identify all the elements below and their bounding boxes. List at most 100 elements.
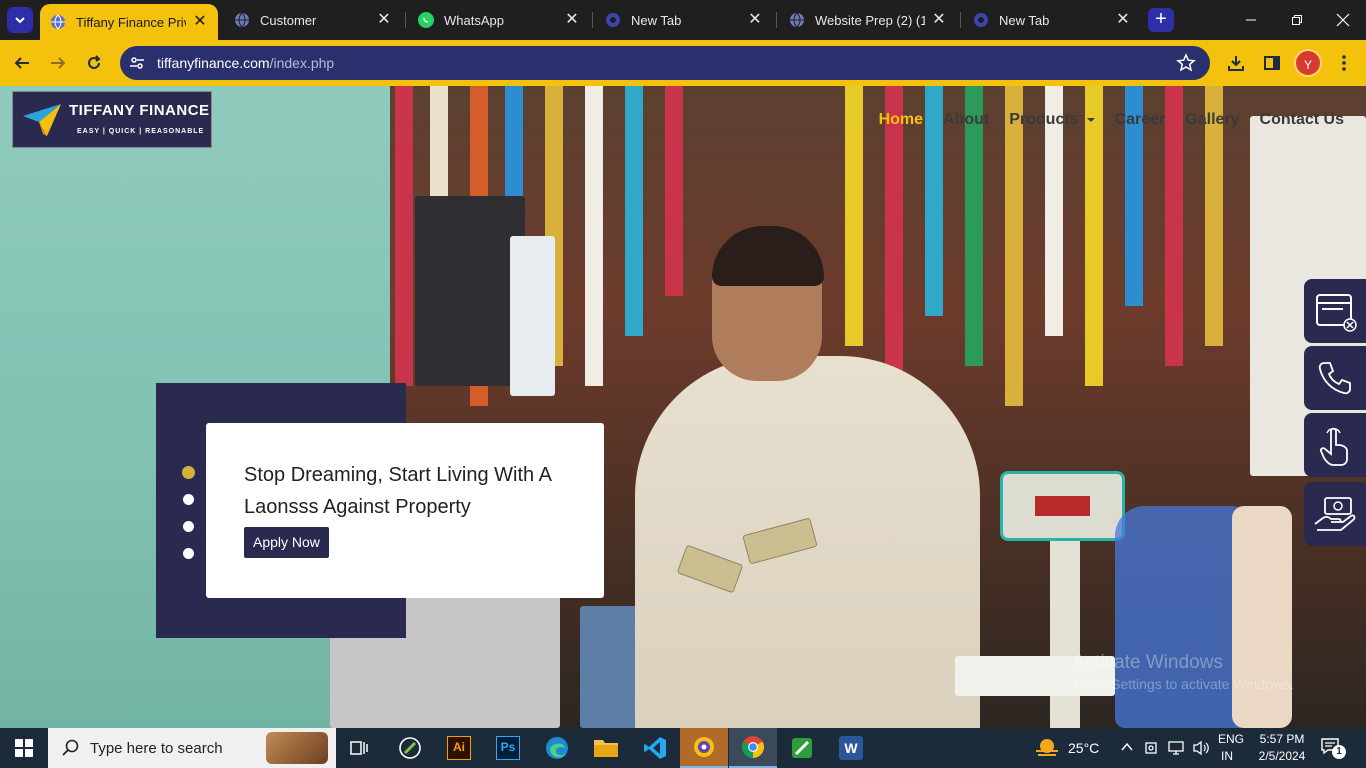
network-icon [1168, 741, 1184, 755]
clock-time: 5:57 PM [1259, 732, 1305, 746]
back-button[interactable] [10, 51, 34, 75]
taskbar-app-photoshop[interactable]: Ps [484, 728, 532, 768]
taskbar-app-vscode[interactable] [631, 728, 679, 768]
tab-new-tab-2[interactable]: New Tab ✕ [963, 6, 1141, 34]
sun-haze-icon [1036, 739, 1058, 756]
windows-logo-icon [15, 739, 33, 757]
tab-title: Customer [260, 12, 317, 28]
search-icon [62, 739, 79, 756]
reload-icon [88, 55, 101, 69]
tab-title: New Tab [631, 12, 682, 28]
word-icon: W [839, 736, 863, 760]
close-icon [1336, 13, 1350, 27]
minimize-button[interactable] [1228, 0, 1274, 40]
nav-gallery[interactable]: Gallery [1185, 111, 1239, 129]
tab-customer[interactable]: Customer ✕ [224, 6, 402, 34]
chevron-up-icon [1121, 742, 1133, 751]
profile-avatar[interactable]: Y [1294, 49, 1322, 77]
chrome-icon [605, 12, 621, 28]
tab-new-tab-1[interactable]: New Tab ✕ [595, 6, 773, 34]
speaker-icon [1193, 740, 1209, 756]
hero-title: Stop Dreaming, Start Living With A Laons… [244, 464, 551, 518]
weather-widget[interactable]: 25°C [1034, 728, 1104, 768]
close-icon[interactable]: ✕ [376, 12, 392, 28]
side-button-card[interactable] [1304, 279, 1366, 343]
task-view-icon [350, 741, 368, 755]
side-button-touch[interactable] [1304, 413, 1366, 477]
close-window-button[interactable] [1320, 0, 1366, 40]
apply-now-button[interactable]: Apply Now [244, 527, 329, 558]
bookmark-star-icon[interactable] [1176, 53, 1196, 73]
taskbar-app-shield[interactable] [680, 728, 728, 768]
tray-device-icon[interactable] [1144, 740, 1160, 761]
site-logo[interactable]: TIFFANY FINANCE EASY | QUICK | REASONABL… [12, 91, 212, 148]
cash-hand-icon [1314, 497, 1356, 531]
side-panel-button[interactable] [1260, 51, 1284, 75]
close-icon[interactable]: ✕ [564, 12, 580, 28]
taskbar-search-box[interactable]: Type here to search [48, 728, 336, 768]
notification-count-badge: 1 [1332, 745, 1346, 759]
site-navigation: Home About Products Career Gallery Conta… [879, 111, 1344, 129]
browser-menu-button[interactable] [1332, 51, 1356, 75]
green-pen-icon [792, 738, 812, 758]
restore-button[interactable] [1274, 0, 1320, 40]
forward-button[interactable] [46, 51, 70, 75]
card-icon [1316, 294, 1357, 332]
close-icon[interactable]: ✕ [1115, 12, 1131, 28]
clock[interactable]: 5:57 PM 2/5/2024 [1254, 732, 1310, 764]
nav-contact-us[interactable]: Contact Us [1260, 111, 1344, 129]
tab-search-button[interactable] [7, 7, 33, 33]
url-host: tiffanyfinance.com [157, 55, 270, 71]
chrome-icon [973, 12, 989, 28]
task-view-button[interactable] [336, 728, 384, 768]
nav-career[interactable]: Career [1115, 111, 1166, 129]
taskbar-app-edge[interactable] [533, 728, 581, 768]
photoshop-icon: Ps [496, 736, 520, 760]
notification-center-button[interactable]: 1 [1320, 736, 1348, 762]
restore-icon [1292, 15, 1302, 25]
close-icon[interactable]: ✕ [931, 12, 947, 28]
camera-device-icon [1145, 742, 1157, 754]
nav-home[interactable]: Home [879, 111, 923, 129]
nav-about[interactable]: About [943, 111, 989, 129]
hand-pointer-icon [1319, 427, 1348, 466]
url-path: /index.php [269, 55, 335, 71]
site-info-icon[interactable] [124, 50, 150, 76]
language-indicator[interactable]: ENG IN [1216, 732, 1246, 764]
tray-overflow-button[interactable] [1120, 740, 1138, 756]
close-icon[interactable]: ✕ [192, 14, 208, 30]
nav-products[interactable]: Products [1009, 111, 1095, 129]
minimize-icon [1246, 19, 1256, 21]
tray-volume-icon[interactable] [1192, 740, 1210, 761]
caret-down-icon [1086, 117, 1095, 122]
tab-tiffany-finance[interactable]: Tiffany Finance Privat ✕ [40, 4, 218, 40]
taskbar-app-green-pen[interactable] [778, 728, 826, 768]
close-icon[interactable]: ✕ [747, 12, 763, 28]
taskbar-app-file-explorer[interactable] [582, 728, 630, 768]
tab-whatsapp[interactable]: WhatsApp ✕ [408, 6, 590, 34]
globe-icon [50, 14, 66, 30]
edge-icon [546, 737, 568, 759]
address-bar[interactable]: tiffanyfinance.com/index.php [120, 46, 1210, 80]
taskbar-app-inkscape[interactable] [386, 728, 434, 768]
start-button[interactable] [0, 728, 48, 768]
side-button-call[interactable] [1304, 346, 1366, 410]
tray-network-icon[interactable] [1168, 740, 1186, 761]
new-tab-button[interactable]: + [1148, 8, 1174, 32]
taskbar-app-illustrator[interactable]: Ai [435, 728, 483, 768]
taskbar-app-word[interactable]: W [827, 728, 875, 768]
taskbar-app-chrome[interactable] [729, 728, 777, 768]
slider-dot-3[interactable] [183, 521, 194, 532]
reload-button[interactable] [82, 51, 106, 75]
slider-dot-4[interactable] [183, 548, 194, 559]
url-text: tiffanyfinance.com/index.php [157, 55, 334, 71]
downloads-button[interactable] [1224, 51, 1248, 75]
arrow-left-icon [14, 57, 29, 69]
language-region: IN [1221, 749, 1233, 763]
slider-dot-2[interactable] [183, 494, 194, 505]
side-button-loan[interactable] [1304, 482, 1366, 546]
slider-dot-1[interactable] [182, 466, 195, 479]
tab-website-prep[interactable]: Website Prep (2) (1).p ✕ [779, 6, 957, 34]
clock-date: 2/5/2024 [1258, 749, 1306, 763]
plus-icon: + [1155, 8, 1167, 30]
